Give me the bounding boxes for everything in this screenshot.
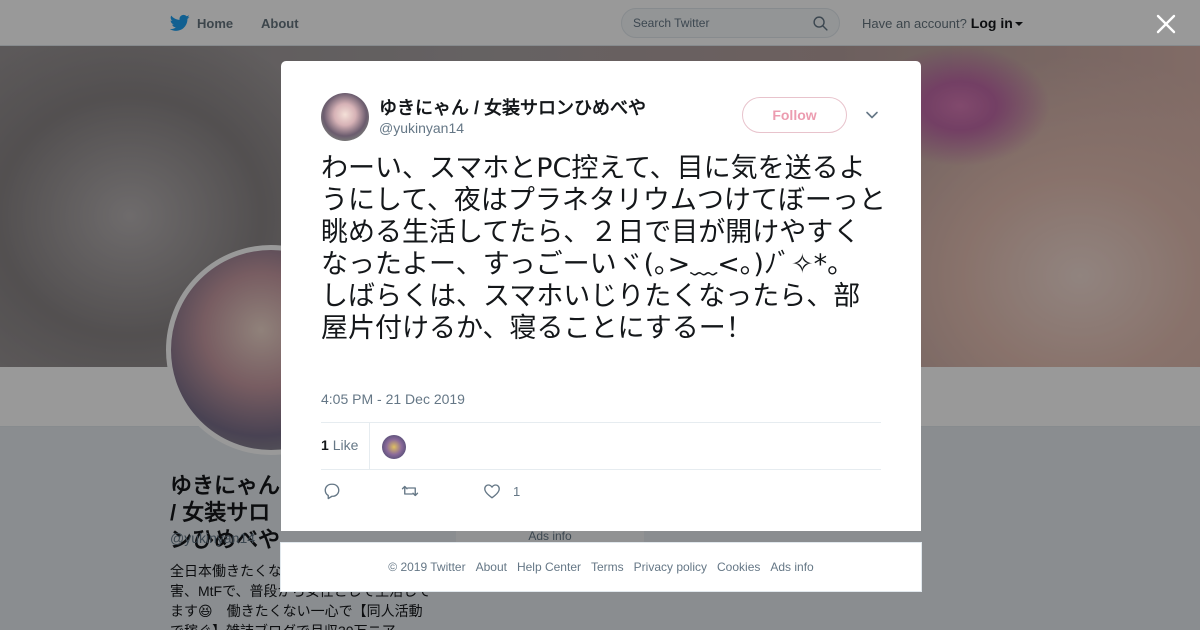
tweet-text: わーい、スマホとPC控えて、目に気を送るようにして、夜はプラネタリウムつけてぼー… [321, 153, 886, 344]
like-count: 1 [321, 437, 329, 453]
footer-copyright: © 2019 Twitter [388, 560, 466, 574]
retweet-button[interactable] [401, 479, 419, 503]
stats-divider [369, 423, 370, 469]
follow-button[interactable]: Follow [742, 97, 847, 133]
chevron-down-icon[interactable] [864, 107, 880, 123]
tweet-author-name[interactable]: ゆきにゃん / 女装サロンひめべや [379, 94, 646, 120]
modal-footer: © 2019 Twitter About Help Center Terms P… [280, 542, 922, 592]
footer-link-ads-info[interactable]: Ads info [770, 560, 813, 574]
tweet-permalink-modal: ゆきにゃん / 女装サロンひめべや @yukinyan14 Follow わーい… [281, 61, 921, 531]
like-count-stat[interactable]: 1 Like [321, 437, 358, 453]
reply-button[interactable] [323, 479, 341, 503]
reply-icon [324, 483, 340, 500]
footer-link-terms[interactable]: Terms [591, 560, 624, 574]
footer-link-cookies[interactable]: Cookies [717, 560, 760, 574]
footer-link-help-center[interactable]: Help Center [517, 560, 581, 574]
footer-link-about[interactable]: About [476, 560, 507, 574]
like-button[interactable]: 1 [483, 479, 520, 503]
tweet-author-handle[interactable]: @yukinyan14 [379, 120, 464, 136]
tweet-stats: 1 Like [321, 422, 881, 470]
tweet-actions: 1 [321, 479, 881, 503]
retweet-icon [401, 485, 419, 497]
liker-avatar[interactable] [382, 435, 406, 459]
heart-icon [484, 484, 500, 499]
close-icon[interactable] [1152, 10, 1180, 38]
like-count-label: Like [332, 437, 359, 453]
tweet-timestamp[interactable]: 4:05 PM - 21 Dec 2019 [321, 391, 465, 407]
tweet-author-avatar[interactable] [321, 93, 369, 141]
footer-link-privacy-policy[interactable]: Privacy policy [634, 560, 707, 574]
like-action-count: 1 [513, 483, 521, 499]
